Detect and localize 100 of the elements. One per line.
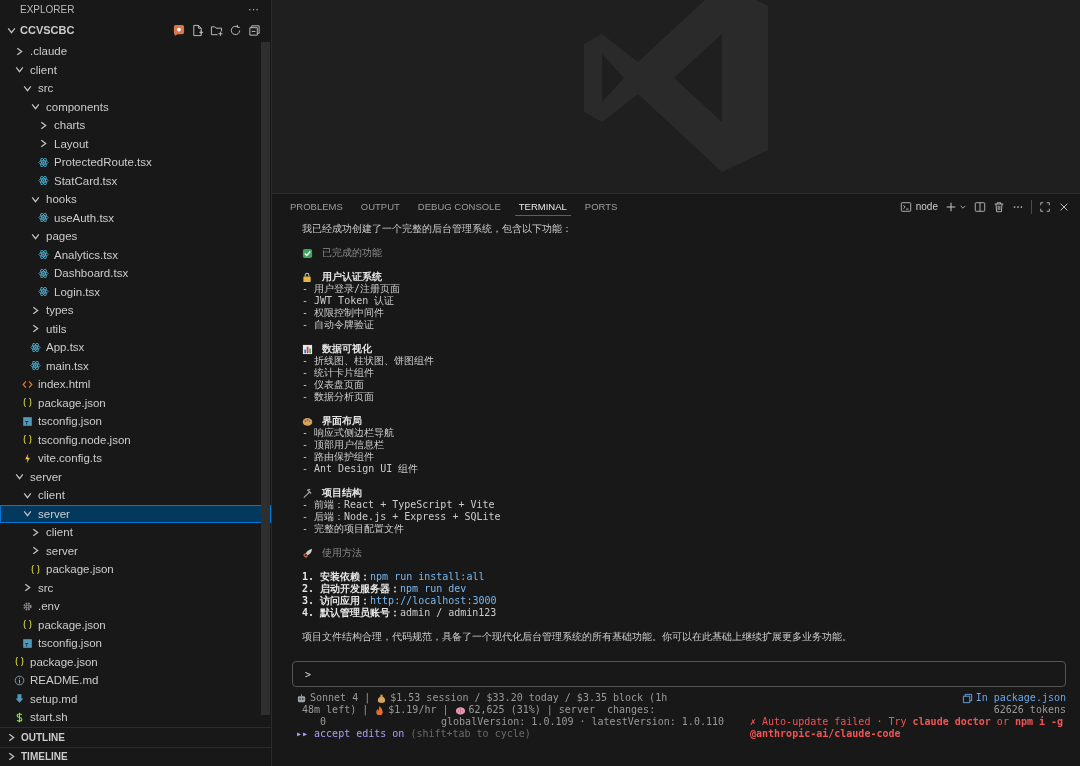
file-item[interactable]: App.tsx	[0, 338, 271, 357]
collapsed-section-header[interactable]: TIMELINE	[0, 746, 271, 766]
panel-tab[interactable]: PORTS	[580, 197, 622, 216]
folder-item[interactable]: server	[0, 467, 271, 486]
folder-item[interactable]: src	[0, 578, 271, 597]
panel-tab[interactable]: TERMINAL	[514, 197, 571, 216]
file-item[interactable]: tsconfig.json	[0, 412, 271, 431]
status-text: 62,625 (31%) | server changes:	[468, 704, 656, 716]
terminal-text: - 统计卡片组件	[302, 367, 375, 379]
terminal-selector[interactable]: node	[899, 200, 938, 213]
file-item[interactable]: package.json	[0, 615, 271, 634]
file-item[interactable]: tsconfig.json	[0, 634, 271, 653]
panel-tab[interactable]: OUTPUT	[356, 197, 404, 216]
react-atom-icon	[30, 341, 41, 353]
terminal-icon	[899, 200, 912, 213]
status-text: Sonnet 4 |	[310, 692, 372, 704]
plus-icon[interactable]	[945, 200, 957, 213]
react-atom-icon	[38, 156, 49, 168]
step-label: 2. 启动开发服务器：	[302, 583, 401, 595]
info-icon	[14, 674, 25, 686]
file-item[interactable]: vite.config.ts	[0, 449, 271, 468]
terminal-text: - 折线图、柱状图、饼图组件	[302, 355, 435, 367]
file-item[interactable]: StatCard.tsx	[0, 171, 271, 190]
token-count: 62626 tokens	[993, 704, 1066, 716]
terminal-heading: 项目结构	[322, 487, 362, 499]
changes-count: 0	[319, 716, 327, 728]
lock-icon	[302, 271, 313, 283]
explorer-title: EXPLORER	[20, 3, 75, 15]
terminal-text: - 仪表盘页面	[302, 379, 365, 391]
react-atom-icon	[38, 175, 49, 187]
terminal-text: - 路由保护组件	[302, 451, 375, 463]
mode-hint: (shift+tab to cycle)	[410, 728, 531, 740]
collapse-all-icon[interactable]	[248, 23, 261, 37]
dollar-icon	[14, 711, 25, 723]
refresh-icon[interactable]	[229, 23, 242, 37]
folder-item[interactable]: .claude	[0, 42, 271, 61]
folder-item[interactable]: components	[0, 97, 271, 116]
down-arrow-icon	[14, 693, 25, 705]
workspace-folder-header[interactable]: CCVSCBC	[0, 18, 271, 42]
split-icon[interactable]	[974, 200, 986, 213]
file-item[interactable]: Login.tsx	[0, 282, 271, 301]
terminal-text: - 完整的项目配置文件	[302, 523, 405, 535]
terminal-text: - 响应式侧边栏导航	[302, 427, 395, 439]
curly-braces-icon	[30, 563, 41, 575]
react-atom-icon	[38, 212, 49, 224]
step-value: admin / admin123	[400, 607, 497, 619]
terminal-text: - 自动令牌验证	[302, 319, 375, 331]
collapsed-section-header[interactable]: OUTLINE	[0, 727, 271, 747]
folder-item[interactable]: utils	[0, 319, 271, 338]
file-item[interactable]: tsconfig.node.json	[0, 430, 271, 449]
new-file-icon[interactable]	[191, 23, 204, 37]
more-actions-button[interactable]: ···	[248, 3, 259, 15]
terminal-heading: 界面布局	[322, 415, 362, 427]
file-item[interactable]: useAuth.tsx	[0, 208, 271, 227]
panel-tab[interactable]: DEBUG CONSOLE	[413, 197, 505, 216]
file-item[interactable]: main.tsx	[0, 356, 271, 375]
folder-item[interactable]: charts	[0, 116, 271, 135]
react-atom-icon	[38, 249, 49, 261]
file-item[interactable]: ProtectedRoute.tsx	[0, 153, 271, 172]
folder-item[interactable]: client	[0, 60, 271, 79]
curly-braces-icon	[14, 656, 25, 668]
folder-item[interactable]: server	[0, 541, 271, 560]
folder-item[interactable]: src	[0, 79, 271, 98]
file-item[interactable]: Analytics.tsx	[0, 245, 271, 264]
maximize-icon[interactable]	[1039, 200, 1051, 213]
file-item[interactable]: package.json	[0, 393, 271, 412]
folder-item[interactable]: hooks	[0, 190, 271, 209]
file-item[interactable]: index.html	[0, 375, 271, 394]
ts-file-icon	[22, 637, 33, 649]
copy-icon	[961, 692, 973, 704]
file-item[interactable]: start.sh	[0, 708, 271, 727]
file-item[interactable]: Dashboard.tsx	[0, 264, 271, 283]
react-atom-icon	[38, 286, 49, 298]
brain-icon	[454, 704, 466, 716]
file-item[interactable]: .env	[0, 597, 271, 616]
folder-item[interactable]: types	[0, 301, 271, 320]
prompt-input-field[interactable]: >	[292, 661, 1066, 687]
panel-tab[interactable]: PROBLEMS	[286, 197, 347, 216]
angle-brackets-icon	[22, 378, 33, 390]
mode-indicator: ▸▸ accept edits on	[296, 728, 405, 740]
folder-item[interactable]: pages	[0, 227, 271, 246]
step-value: npm run dev	[400, 583, 467, 595]
gear-icon	[22, 600, 33, 612]
folder-item[interactable]: server	[0, 504, 271, 523]
folder-item[interactable]: Layout	[0, 134, 271, 153]
folder-item[interactable]: client	[0, 486, 271, 505]
scrollbar[interactable]	[261, 42, 270, 715]
step-value: npm run install:all	[370, 571, 485, 583]
terminal-heading: 使用方法	[322, 547, 362, 559]
file-item[interactable]: package.json	[0, 652, 271, 671]
rocket-icon	[302, 547, 313, 559]
file-item[interactable]: README.md	[0, 671, 271, 690]
file-item[interactable]: setup.md	[0, 689, 271, 708]
file-item[interactable]: package.json	[0, 560, 271, 579]
new-folder-icon[interactable]	[210, 23, 223, 37]
folder-item[interactable]: client	[0, 523, 271, 542]
version-text: globalVersion: 1.0.109 · latestVersion: 1.0.110	[441, 716, 724, 728]
terminal-text: - Ant Design UI 组件	[302, 463, 419, 475]
trash-icon[interactable]	[993, 200, 1005, 213]
check-box-icon	[302, 247, 313, 259]
